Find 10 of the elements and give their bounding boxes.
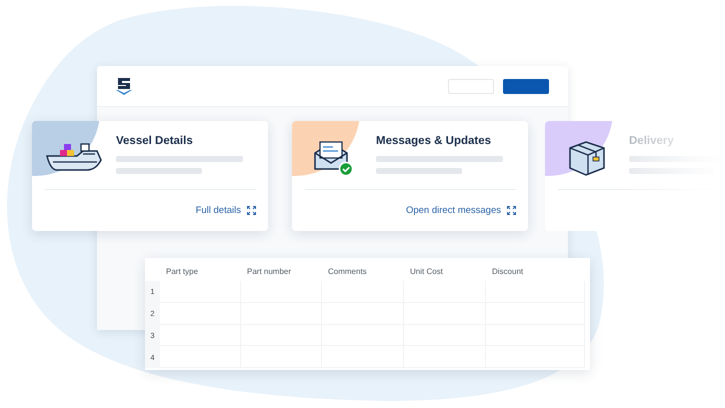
card-title: Messages & Updates	[376, 135, 492, 147]
column-header: Discount	[491, 266, 524, 278]
column-header: Part type	[165, 266, 200, 278]
card-link[interactable]: Open direct messages	[406, 205, 501, 216]
card-link[interactable]: Full details	[196, 205, 241, 216]
card-title: Vessel Details	[116, 135, 194, 147]
card-title: Delivery	[629, 135, 675, 147]
column-header: Unit Cost	[409, 266, 444, 278]
column-header: Comments	[327, 266, 368, 278]
column-header: Part number	[246, 266, 292, 278]
